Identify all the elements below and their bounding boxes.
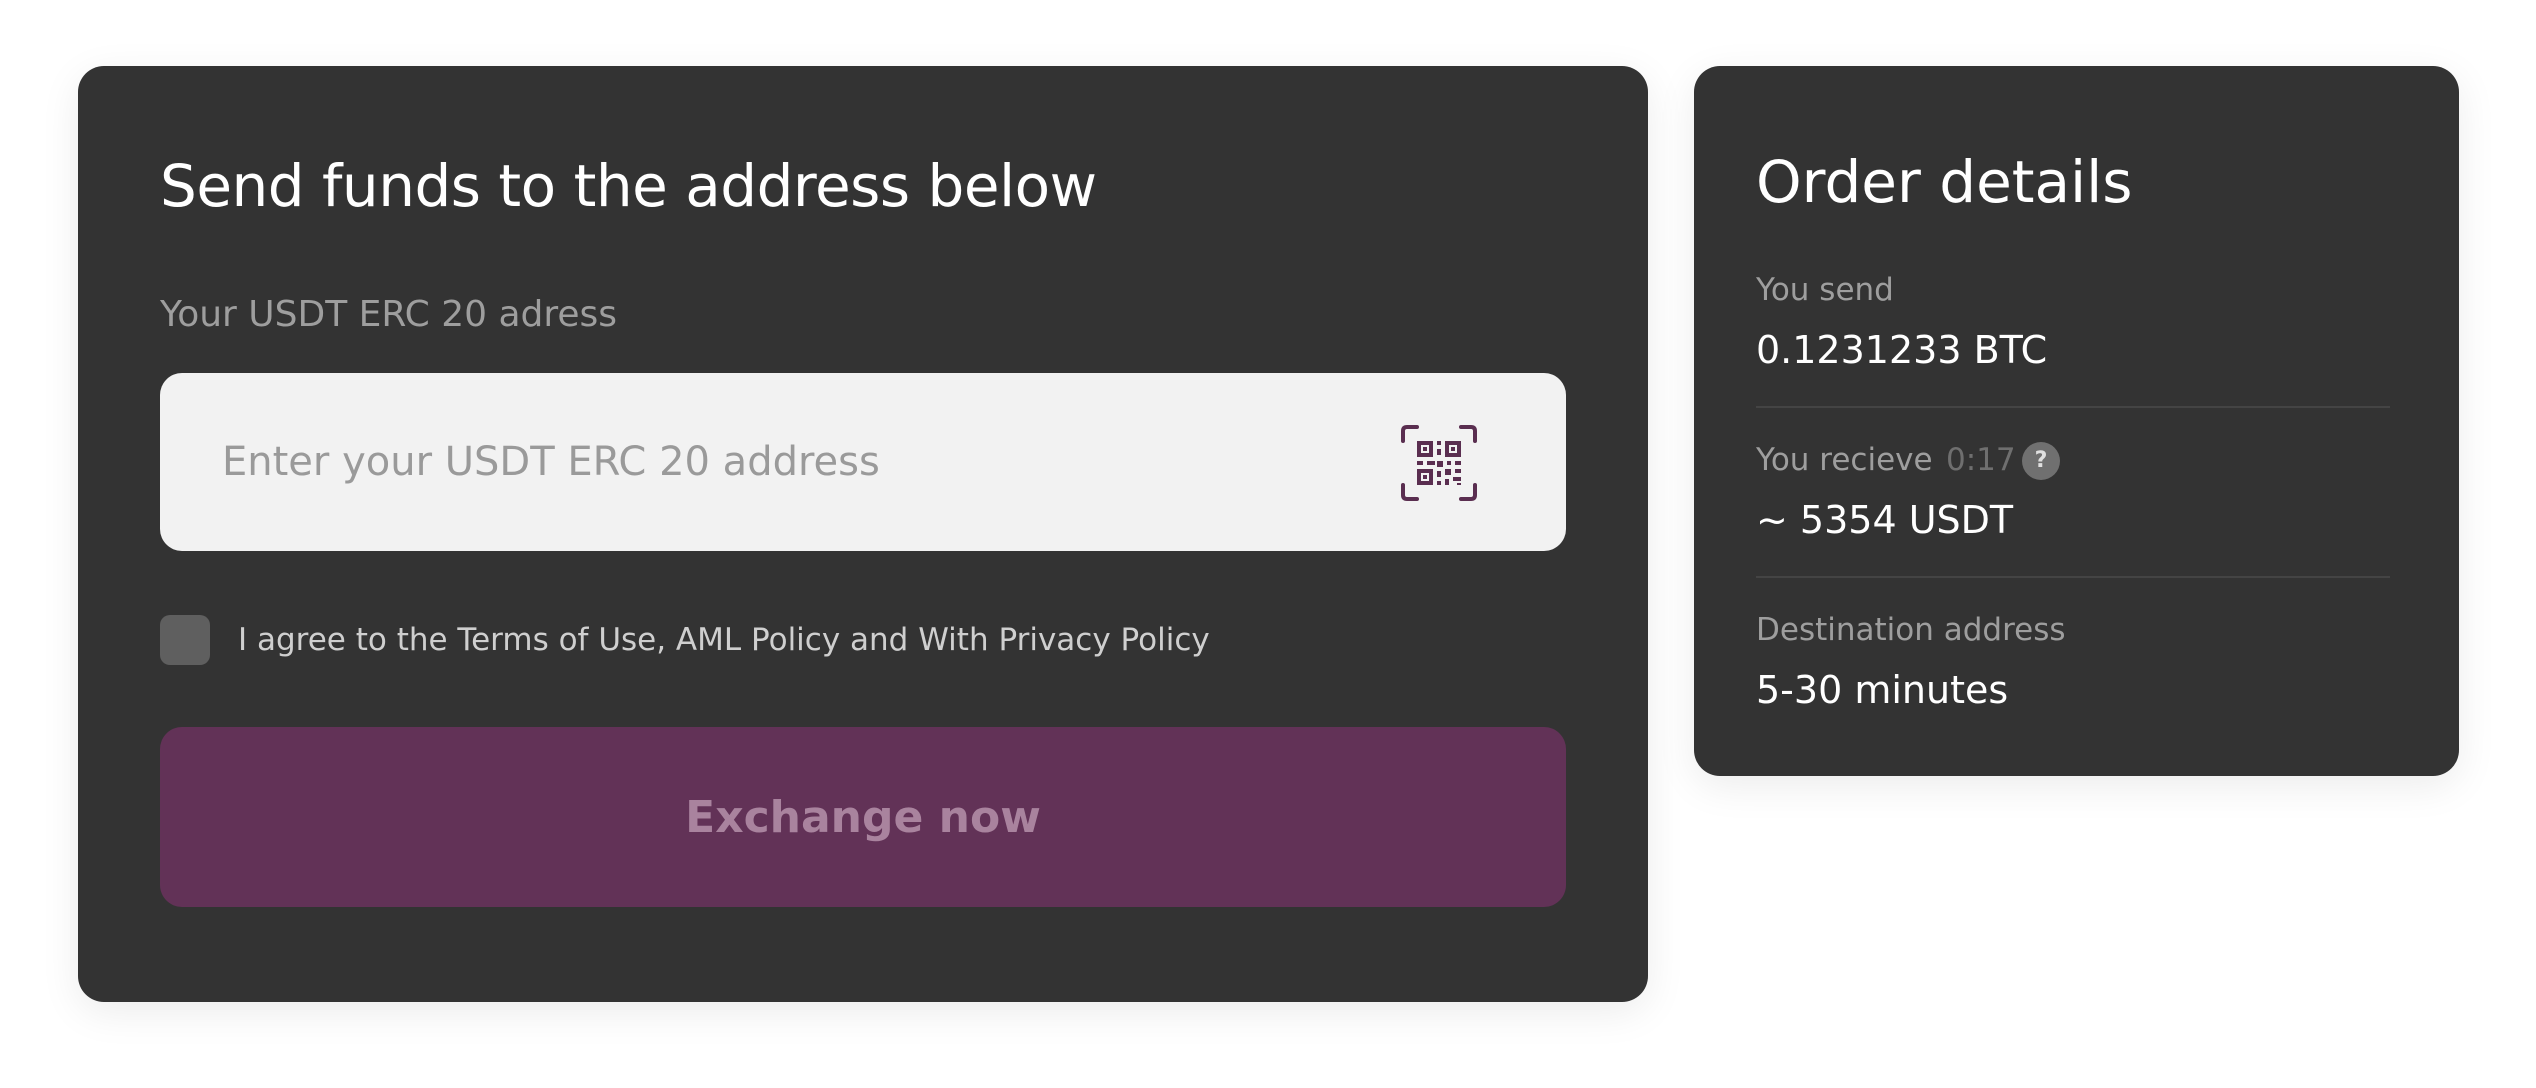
terms-agreement-row: I agree to the Terms of Use, AML Policy … [160, 614, 1210, 666]
you-send-value: 0.1231233 BTC [1756, 328, 2048, 372]
send-funds-title: Send funds to the address below [160, 152, 1097, 220]
help-icon[interactable]: ? [2022, 442, 2060, 480]
destination-address-value: 5-30 minutes [1756, 668, 2009, 712]
rate-timer: 0:17 [1946, 442, 2016, 478]
you-receive-label: You recieve [1756, 442, 1933, 478]
address-field-label: Your USDT ERC 20 adress [160, 294, 618, 335]
terms-agreement-text: I agree to the Terms of Use, AML Policy … [238, 622, 1210, 658]
divider [1756, 406, 2390, 408]
divider [1756, 576, 2390, 578]
terms-checkbox[interactable] [160, 615, 210, 665]
exchange-now-button[interactable]: Exchange now [160, 727, 1566, 907]
address-input[interactable] [160, 373, 1410, 551]
order-details-title: Order details [1756, 148, 2133, 216]
order-details-card: Order details You send 0.1231233 BTC You… [1694, 66, 2459, 776]
you-send-label: You send [1756, 272, 1894, 308]
address-input-box [160, 373, 1566, 551]
send-funds-card: Send funds to the address below Your USD… [78, 66, 1648, 1002]
destination-address-label: Destination address [1756, 612, 2066, 648]
qr-scan-icon[interactable] [1399, 423, 1479, 503]
you-receive-value: ~ 5354 USDT [1756, 498, 2014, 542]
